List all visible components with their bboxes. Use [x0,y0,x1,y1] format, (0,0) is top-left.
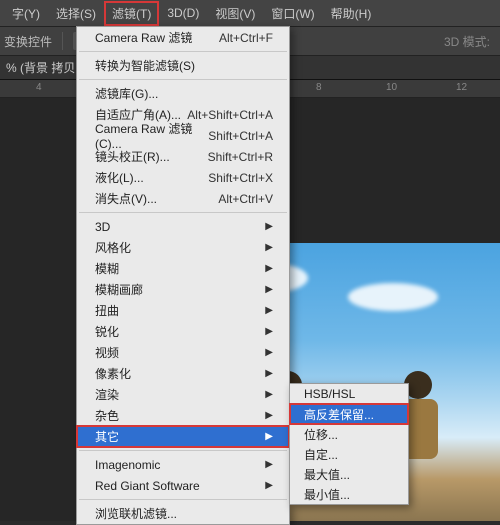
menu-item-distort[interactable]: 扭曲 ▶ [77,300,289,321]
menu-item-label: 转换为智能滤镜(S) [95,57,195,74]
menu-item-shortcut: Shift+Ctrl+X [208,171,273,185]
menu-item-label: Camera Raw 滤镜 [95,29,192,46]
menu-item-shortcut: Shift+Ctrl+A [208,129,273,143]
submenu-item-offset[interactable]: 位移... [290,424,408,444]
menu-item-label: 扭曲 [95,302,119,319]
menu-item-pixelate[interactable]: 像素化 ▶ [77,363,289,384]
submenu-arrow-icon: ▶ [265,263,273,274]
submenu-arrow-icon: ▶ [265,221,273,232]
submenu-item-label: 最大值... [304,466,350,483]
submenu-arrow-icon: ▶ [265,326,273,337]
menu-item-vanishing-point[interactable]: 消失点(V)... Alt+Ctrl+V [77,188,289,209]
submenu-item-custom[interactable]: 自定... [290,444,408,464]
menu-item-shortcut: Shift+Ctrl+R [208,150,273,164]
menu-item-noise[interactable]: 杂色 ▶ [77,405,289,426]
menu-text[interactable]: 字(Y) [4,1,48,26]
menu-item-label: 浏览联机滤镜... [95,505,177,522]
submenu-arrow-icon: ▶ [265,242,273,253]
menu-item-blur-gallery[interactable]: 模糊画廊 ▶ [77,279,289,300]
submenu-arrow-icon: ▶ [265,480,273,491]
menu-item-3d[interactable]: 3D ▶ [77,216,289,237]
menu-item-sharpen[interactable]: 锐化 ▶ [77,321,289,342]
menu-item-convert-smart-filter[interactable]: 转换为智能滤镜(S) [77,55,289,76]
toolbar-separator [62,32,63,50]
menu-item-label: 滤镜库(G)... [95,85,158,102]
menu-window[interactable]: 窗口(W) [263,1,322,26]
menu-item-label: 风格化 [95,239,131,256]
menu-item-label: 镜头校正(R)... [95,148,170,165]
ruler-tick: 8 [316,82,322,93]
menu-item-label: 其它 [95,428,119,445]
submenu-item-maximum[interactable]: 最大值... [290,464,408,484]
ruler-tick: 12 [456,82,467,93]
menu-item-label: 液化(L)... [95,169,144,186]
menu-item-filter-gallery[interactable]: 滤镜库(G)... [77,83,289,104]
menu-item-liquify[interactable]: 液化(L)... Shift+Ctrl+X [77,167,289,188]
menu-item-blur[interactable]: 模糊 ▶ [77,258,289,279]
ruler-tick: 10 [386,82,397,93]
submenu-arrow-icon: ▶ [265,284,273,295]
menu-item-label: 像素化 [95,365,131,382]
menu-separator [79,79,287,80]
menu-item-label: 视频 [95,344,119,361]
menu-item-imagenomic[interactable]: Imagenomic ▶ [77,454,289,475]
submenu-arrow-icon: ▶ [265,431,273,442]
submenu-arrow-icon: ▶ [265,305,273,316]
menu-separator [79,450,287,451]
menu-view[interactable]: 视图(V) [207,1,263,26]
submenu-arrow-icon: ▶ [265,389,273,400]
menu-item-label: 模糊 [95,260,119,277]
submenu-item-label: 位移... [304,426,338,443]
submenu-arrow-icon: ▶ [265,347,273,358]
toolbar-mode: 3D 模式: [444,33,500,50]
submenu-item-label: 高反差保留... [304,406,374,423]
menu-item-label: 3D [95,220,110,234]
menu-item-label: 锐化 [95,323,119,340]
ruler-tick: 4 [36,82,42,93]
submenu-item-label: HSB/HSL [304,387,355,401]
submenu-item-high-pass[interactable]: 高反差保留... [290,404,408,424]
menu-item-label: 渲染 [95,386,119,403]
menu-item-camera-raw-filter[interactable]: Camera Raw 滤镜(C)... Shift+Ctrl+A [77,125,289,146]
menu-item-red-giant[interactable]: Red Giant Software ▶ [77,475,289,496]
menubar: 字(Y) 选择(S) 滤镜(T) 3D(D) 视图(V) 窗口(W) 帮助(H) [0,0,500,26]
toolbar-label: 变换控件 [4,33,52,50]
menu-item-lens-correction[interactable]: 镜头校正(R)... Shift+Ctrl+R [77,146,289,167]
filter-menu: Camera Raw 滤镜 Alt+Ctrl+F 转换为智能滤镜(S) 滤镜库(… [76,26,290,525]
menu-separator [79,499,287,500]
submenu-item-minimum[interactable]: 最小值... [290,484,408,504]
menu-item-shortcut: Alt+Ctrl+V [218,192,273,206]
submenu-item-label: 自定... [304,446,338,463]
menu-item-shortcut: Alt+Ctrl+F [219,31,273,45]
menu-item-label: 杂色 [95,407,119,424]
submenu-item-hsb-hsl[interactable]: HSB/HSL [290,384,408,404]
menu-item-other[interactable]: 其它 ▶ [77,426,289,447]
menu-item-camera-raw-filter-last[interactable]: Camera Raw 滤镜 Alt+Ctrl+F [77,27,289,48]
menu-help[interactable]: 帮助(H) [323,1,380,26]
submenu-arrow-icon: ▶ [265,459,273,470]
menu-filter[interactable]: 滤镜(T) [104,1,159,26]
menu-item-label: 消失点(V)... [95,190,157,207]
menu-separator [79,51,287,52]
submenu-arrow-icon: ▶ [265,410,273,421]
menu-item-label: Red Giant Software [95,479,200,493]
menu-item-video[interactable]: 视频 ▶ [77,342,289,363]
menu-3d[interactable]: 3D(D) [159,2,207,24]
menu-item-render[interactable]: 渲染 ▶ [77,384,289,405]
other-submenu: HSB/HSL 高反差保留... 位移... 自定... 最大值... 最小值.… [289,383,409,505]
menu-separator [79,212,287,213]
menu-item-label: 模糊画廊 [95,281,143,298]
menu-select[interactable]: 选择(S) [48,1,104,26]
submenu-item-label: 最小值... [304,486,350,503]
submenu-arrow-icon: ▶ [265,368,273,379]
menu-item-label: Imagenomic [95,458,160,472]
menu-item-stylize[interactable]: 风格化 ▶ [77,237,289,258]
